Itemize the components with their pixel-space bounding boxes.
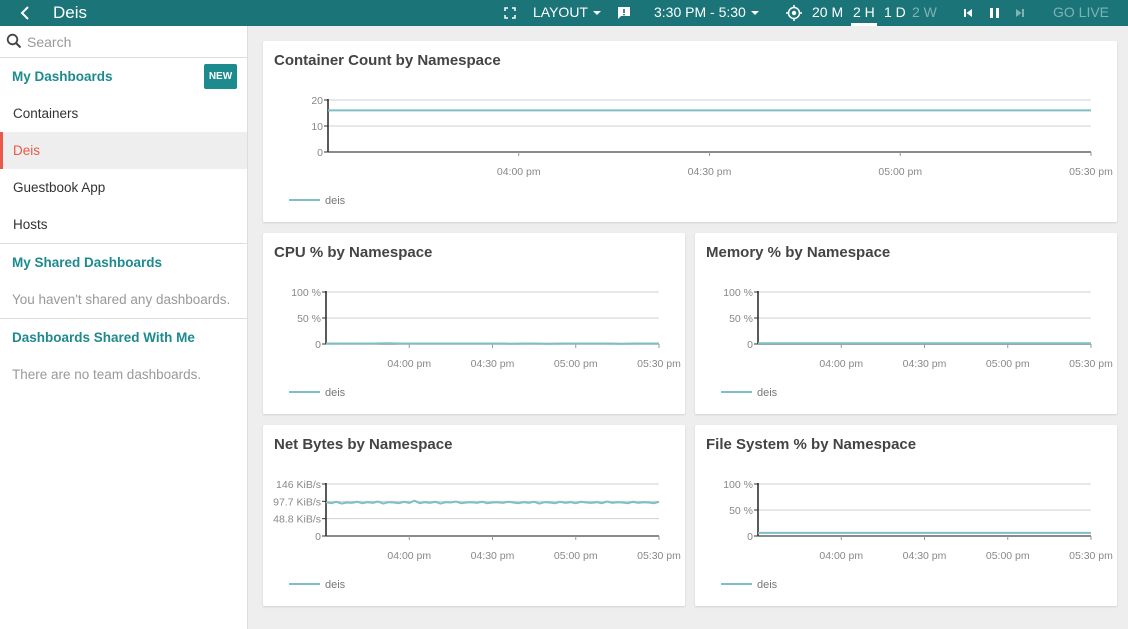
my-dashboards-heading: My Dashboards NEW	[0, 58, 247, 95]
y-tick-label: 20	[311, 95, 323, 107]
legend-label: deis	[757, 387, 778, 399]
sidebar-item-hosts[interactable]: Hosts	[0, 206, 247, 243]
x-tick-label: 05:30 pm	[637, 550, 681, 562]
pause-icon[interactable]	[989, 7, 1000, 19]
search-icon	[6, 33, 22, 49]
range-20m[interactable]: 20 M	[812, 0, 843, 26]
skip-back-icon[interactable]	[963, 8, 973, 18]
y-tick-label: 0	[747, 531, 753, 543]
layout-label: LAYOUT	[533, 4, 588, 20]
legend-label: deis	[757, 579, 778, 591]
y-tick-label: 100 %	[291, 287, 321, 299]
x-tick-label: 04:00 pm	[497, 166, 541, 178]
chevron-left-icon[interactable]	[18, 3, 32, 23]
x-tick-label: 04:30 pm	[471, 358, 515, 370]
y-tick-label: 50 %	[729, 313, 753, 325]
time-range-picker[interactable]: 3:30 PM - 5:30	[654, 0, 759, 26]
go-live-button[interactable]: GO LIVE	[1053, 0, 1109, 26]
memory-chart: 0 50 % 100 % 04:00 pm 04:30 pm 05:00 pm 05:30 …	[721, 287, 1113, 399]
sidebar: My Dashboards NEW Containers Deis Guestb…	[0, 26, 248, 629]
x-tick-label: 04:30 pm	[688, 166, 732, 178]
x-tick-label: 04:30 pm	[471, 550, 515, 562]
shared-with-me-heading: Dashboards Shared With Me	[12, 330, 195, 345]
panel-container-count: Container Count by Namespace 0 10 20 04:00 …	[263, 41, 1117, 222]
search-input[interactable]	[27, 31, 227, 53]
top-bar: Deis LAYOUT 3:30 PM - 5:30 20 M 2 H 1 D …	[0, 0, 1128, 26]
x-tick-label: 04:00 pm	[387, 358, 431, 370]
caret-down-icon	[750, 11, 759, 16]
y-tick-label: 97.7 KiB/s	[273, 496, 321, 508]
caret-down-icon	[592, 11, 601, 16]
x-tick-label: 04:00 pm	[387, 550, 431, 562]
x-tick-label: 05:00 pm	[878, 166, 922, 178]
y-tick-label: 0	[315, 339, 321, 351]
x-tick-label: 05:00 pm	[554, 550, 598, 562]
y-tick-label: 100 %	[723, 479, 753, 491]
x-tick-label: 04:30 pm	[903, 358, 947, 370]
x-tick-label: 04:30 pm	[903, 550, 947, 562]
container-count-chart: 0 10 20 04:00 pm 04:30 pm 05:00 pm 05:30 pm dei…	[289, 95, 1113, 207]
y-tick-label: 146 KiB/s	[276, 479, 321, 491]
layout-menu[interactable]: LAYOUT	[533, 0, 601, 26]
feedback-icon[interactable]	[617, 6, 631, 20]
legend-label: deis	[325, 579, 346, 591]
shared-dashboards-heading: My Shared Dashboards	[12, 255, 163, 270]
panel-cpu: CPU % by Namespace 0 50 % 100 % 04:00 pm 04:…	[263, 233, 685, 414]
y-tick-label: 48.8 KiB/s	[273, 514, 321, 526]
my-dashboards-label: My Dashboards	[12, 69, 113, 84]
x-tick-label: 05:30 pm	[1069, 550, 1113, 562]
new-dashboard-button[interactable]: NEW	[204, 64, 237, 89]
file-system-chart: 0 50 % 100 % 04:00 pm 04:30 pm 05:00 pm 05:30 …	[721, 479, 1113, 591]
y-tick-label: 100 %	[723, 287, 753, 299]
series-line-deis	[326, 342, 659, 345]
panel-net-bytes: Net Bytes by Namespace 0 48.8 KiB/s 97.7 K…	[263, 425, 685, 606]
search-box	[0, 26, 247, 58]
panel-memory: Memory % by Namespace 0 50 % 100 % 04:00 pm…	[695, 233, 1117, 414]
panel-file-system: File System % by Namespace 0 50 % 100 % 04:…	[695, 425, 1117, 606]
crosshair-icon[interactable]	[786, 5, 802, 21]
y-tick-label: 10	[311, 121, 323, 133]
x-tick-label: 04:00 pm	[819, 358, 863, 370]
x-tick-label: 05:00 pm	[986, 550, 1030, 562]
legend-label: deis	[325, 195, 346, 207]
y-tick-label: 50 %	[297, 313, 321, 325]
sidebar-item-deis[interactable]: Deis	[0, 132, 247, 169]
legend-label: deis	[325, 387, 346, 399]
shared-empty-message: You haven't shared any dashboards.	[12, 292, 231, 307]
x-tick-label: 05:00 pm	[986, 358, 1030, 370]
shared-with-me-empty-message: There are no team dashboards.	[12, 367, 202, 382]
y-tick-label: 0	[315, 531, 321, 543]
range-2h[interactable]: 2 H	[851, 0, 877, 26]
x-tick-label: 05:30 pm	[1069, 358, 1113, 370]
time-range-label: 3:30 PM - 5:30	[654, 4, 746, 20]
sidebar-item-guestbook-app[interactable]: Guestbook App	[0, 169, 247, 206]
dashboard-title: Deis	[53, 3, 88, 22]
range-1d[interactable]: 1 D	[884, 0, 906, 26]
x-tick-label: 05:00 pm	[554, 358, 598, 370]
range-2w[interactable]: 2 W	[912, 0, 937, 26]
fullscreen-icon[interactable]	[504, 7, 516, 19]
y-tick-label: 50 %	[729, 505, 753, 517]
y-tick-label: 0	[747, 339, 753, 351]
skip-forward-icon[interactable]	[1015, 8, 1025, 18]
x-tick-label: 04:00 pm	[819, 550, 863, 562]
cpu-chart: 0 50 % 100 % 04:00 pm 04:30 pm 05:00 pm 05:30 …	[289, 287, 681, 399]
x-tick-label: 05:30 pm	[1069, 166, 1113, 178]
sidebar-item-containers[interactable]: Containers	[0, 95, 247, 132]
y-tick-label: 0	[317, 147, 323, 159]
x-tick-label: 05:30 pm	[637, 358, 681, 370]
net-bytes-chart: 0 48.8 KiB/s 97.7 KiB/s 146 KiB/s 04:00 pm 04…	[273, 479, 681, 591]
